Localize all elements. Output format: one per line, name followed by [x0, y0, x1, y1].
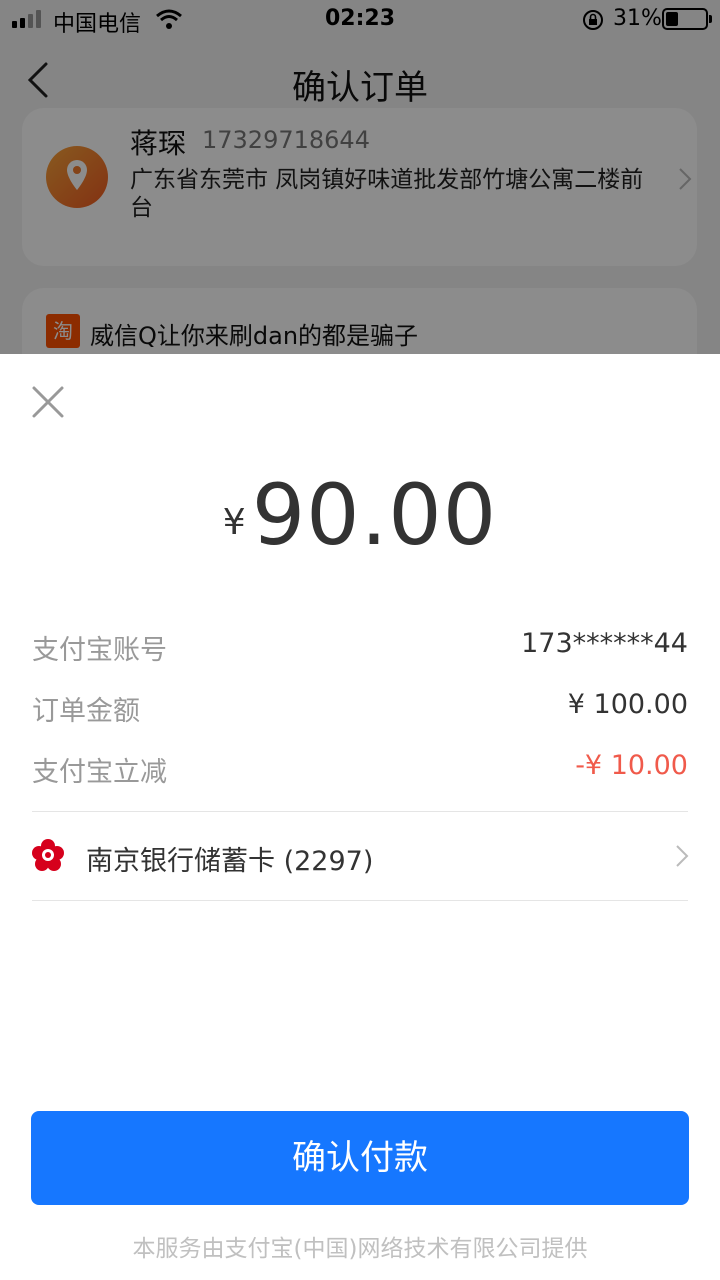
row-value: -¥ 10.00 [575, 750, 688, 781]
row-label: 订单金额 [32, 696, 140, 727]
confirm-payment-button[interactable]: 确认付款 [31, 1111, 689, 1205]
amount-value: 90.00 [251, 466, 498, 564]
close-icon[interactable] [30, 384, 66, 420]
divider [32, 900, 688, 901]
payment-method-label: 南京银行储蓄卡 (2297) [86, 846, 374, 877]
service-provider-note: 本服务由支付宝(中国)网络技术有限公司提供 [132, 1236, 588, 1262]
chevron-right-icon [676, 845, 689, 867]
row-label: 支付宝账号 [32, 635, 167, 666]
row-value: ¥ 100.00 [567, 689, 688, 720]
bank-of-nanjing-logo-icon [32, 839, 64, 871]
row-value: 173******44 [521, 628, 688, 659]
payment-sheet: ¥90.00 支付宝账号 173******44 订单金额 ¥ 100.00 支… [0, 354, 720, 1280]
discount-row: 支付宝立减 -¥ 10.00 [32, 750, 688, 790]
account-row: 支付宝账号 173******44 [32, 628, 688, 668]
currency-symbol: ¥ [222, 502, 246, 543]
payment-method-row[interactable]: 南京银行储蓄卡 (2297) [30, 811, 690, 901]
order-amount-row: 订单金额 ¥ 100.00 [32, 689, 688, 729]
payment-amount: ¥90.00 [0, 466, 720, 564]
row-label: 支付宝立减 [32, 757, 167, 788]
